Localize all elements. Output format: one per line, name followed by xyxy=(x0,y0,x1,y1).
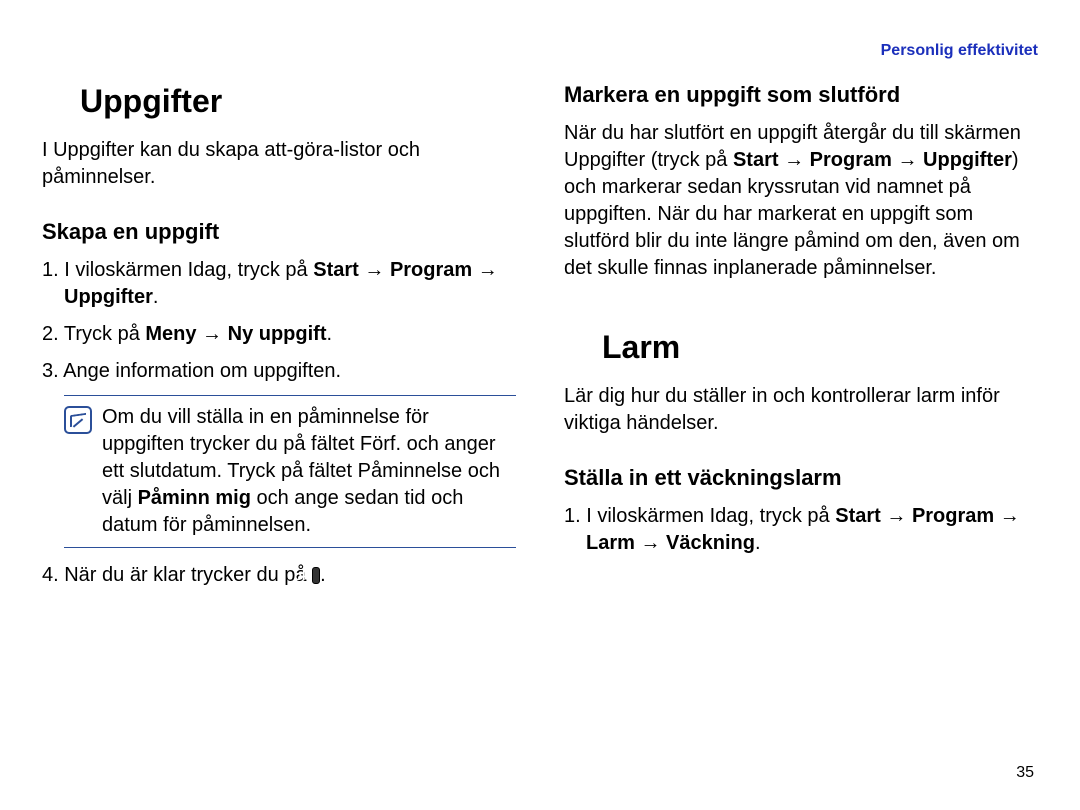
text: 2. Tryck på xyxy=(42,323,145,345)
header-category-link[interactable]: Personlig effektivitet xyxy=(881,40,1038,62)
page-columns: Uppgifter I Uppgifter kan du skapa att-g… xyxy=(42,80,1038,599)
step-2: 2. Tryck på Meny → Ny uppgift. xyxy=(42,321,516,348)
mark-complete-paragraph: När du har slutfört en uppgift återgår d… xyxy=(564,120,1038,282)
text: . xyxy=(153,286,159,308)
text: 1. I viloskärmen Idag, tryck på xyxy=(42,259,313,281)
arrow-icon: → xyxy=(881,505,912,527)
left-column: Uppgifter I Uppgifter kan du skapa att-g… xyxy=(42,80,516,599)
step-3: 3. Ange information om uppgiften. xyxy=(42,358,516,385)
subheading-set-alarm: Ställa in ett väckningslarm xyxy=(564,463,1038,493)
arrow-icon: → xyxy=(635,532,666,554)
arrow-icon: → xyxy=(892,149,923,171)
bold: Start xyxy=(835,505,881,527)
title-text: Uppgifter xyxy=(80,83,222,119)
subheading-create-task: Skapa en uppgift xyxy=(42,217,516,247)
bold: Väckning xyxy=(666,532,755,554)
steps-list-cont: 4. När du är klar trycker du på ok. xyxy=(42,562,516,589)
text: . xyxy=(320,564,326,586)
section-title-uppgifter: Uppgifter xyxy=(42,80,516,123)
text: 1. I viloskärmen Idag, tryck på xyxy=(564,505,835,527)
arrow-icon: → xyxy=(472,259,498,281)
arrow-icon: → xyxy=(197,323,228,345)
bold: Program xyxy=(912,505,994,527)
title-text: Larm xyxy=(602,329,680,365)
intro-paragraph: I Uppgifter kan du skapa att-göra-listor… xyxy=(42,137,516,191)
bold: Ny uppgift xyxy=(228,323,327,345)
text: 4. När du är klar trycker du på xyxy=(42,564,312,586)
larm-intro: Lär dig hur du ställer in och kontroller… xyxy=(564,383,1038,437)
bold: Program xyxy=(810,149,892,171)
bold: Uppgifter xyxy=(64,286,153,308)
note-text: Om du vill ställa in en påminnelse för u… xyxy=(102,404,512,539)
text: . xyxy=(327,323,333,345)
note-callout: Om du vill ställa in en påminnelse för u… xyxy=(64,395,516,548)
arrow-icon: → xyxy=(359,259,390,281)
arrow-icon: → xyxy=(994,505,1020,527)
step-4: 4. När du är klar trycker du på ok. xyxy=(42,562,516,589)
bold: Program xyxy=(390,259,472,281)
bold: Larm xyxy=(586,532,635,554)
bold: Uppgifter xyxy=(923,149,1012,171)
text: . xyxy=(755,532,761,554)
squares-icon xyxy=(42,86,70,114)
note-icon xyxy=(64,406,92,434)
steps-list: 1. I viloskärmen Idag, tryck på Start → … xyxy=(42,257,516,385)
ok-button-icon: ok xyxy=(312,567,320,584)
bold: Start xyxy=(733,149,779,171)
arrow-icon: → xyxy=(779,149,810,171)
section-title-larm: Larm xyxy=(564,326,1038,369)
subheading-mark-complete: Markera en uppgift som slutförd xyxy=(564,80,1038,110)
bold: Meny xyxy=(145,323,196,345)
bold: Påminn mig xyxy=(138,487,251,509)
step-1: 1. I viloskärmen Idag, tryck på Start → … xyxy=(42,257,516,311)
alarm-steps: 1. I viloskärmen Idag, tryck på Start → … xyxy=(564,503,1038,557)
alarm-step-1: 1. I viloskärmen Idag, tryck på Start → … xyxy=(564,503,1038,557)
bold: Start xyxy=(313,259,359,281)
right-column: Markera en uppgift som slutförd När du h… xyxy=(564,80,1038,599)
page-number: 35 xyxy=(1016,762,1034,784)
squares-icon xyxy=(564,332,592,360)
